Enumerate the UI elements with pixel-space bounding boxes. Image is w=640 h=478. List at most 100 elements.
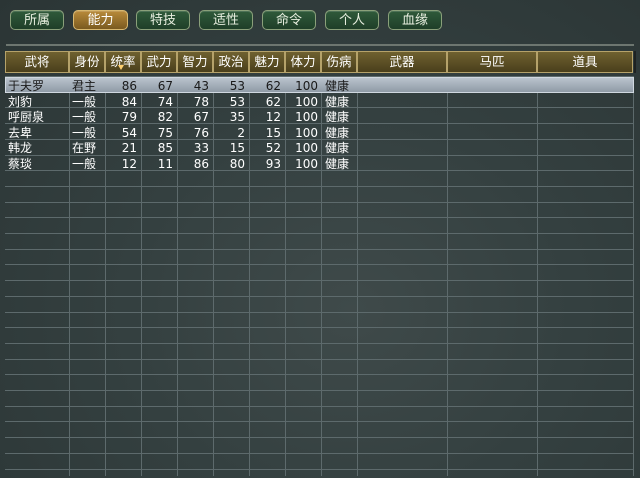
column-header-item[interactable]: 道具 — [537, 51, 633, 73]
cell-war: 82 — [157, 110, 173, 124]
cell-item — [541, 94, 631, 110]
cell-politics: 35 — [229, 110, 245, 124]
cell-stamina: 100 — [295, 126, 318, 140]
cell-horse — [451, 125, 535, 141]
cell-weapon — [361, 94, 445, 110]
cell-injury: 健康 — [325, 141, 350, 155]
grid-row-line — [5, 249, 634, 250]
column-header-weapon[interactable]: 武器 — [357, 51, 447, 73]
cell-politics: 53 — [229, 79, 245, 93]
grid-row-line — [5, 390, 634, 391]
cell-leadership: 21 — [121, 141, 137, 155]
cell-intelligence: 86 — [193, 157, 209, 171]
cell-horse — [451, 140, 535, 156]
grid-row-line — [5, 202, 634, 203]
cell-name: 蔡琰 — [8, 157, 33, 171]
cell-injury: 健康 — [325, 110, 350, 124]
cell-leadership: 79 — [121, 110, 137, 124]
cell-status: 在野 — [72, 141, 97, 155]
tab-personal[interactable]: 个人 — [325, 10, 379, 30]
grid-row-line — [5, 437, 634, 438]
cell-war: 85 — [157, 141, 173, 155]
grid-column-line — [69, 76, 70, 476]
divider — [6, 44, 634, 46]
scrollbar-top[interactable] — [634, 51, 636, 73]
cell-item — [541, 109, 631, 125]
cell-intelligence: 76 — [193, 126, 209, 140]
cell-charm: 62 — [265, 95, 281, 109]
cell-item — [541, 125, 631, 141]
tab-command[interactable]: 命令 — [262, 10, 316, 30]
column-header-charm[interactable]: 魅力 — [249, 51, 285, 73]
column-header-stamina[interactable]: 体力 — [285, 51, 321, 73]
cell-stamina: 100 — [295, 141, 318, 155]
grid-row-line — [5, 186, 634, 187]
cell-name: 去卑 — [8, 126, 33, 140]
cell-weapon — [361, 125, 445, 141]
grid-column-line — [633, 76, 634, 476]
grid-row-line — [5, 280, 634, 281]
cell-stamina: 100 — [295, 157, 318, 171]
cell-horse — [451, 94, 535, 110]
grid-row-line — [5, 296, 634, 297]
cell-war: 11 — [157, 157, 173, 171]
grid-row-line — [5, 453, 634, 454]
grid-row-line — [5, 312, 634, 313]
sort-arrow-icon — [118, 65, 124, 70]
grid-row-line — [5, 406, 634, 407]
grid-row-line — [5, 343, 634, 344]
cell-intelligence: 43 — [193, 79, 209, 93]
cell-injury: 健康 — [325, 157, 350, 171]
cell-leadership: 86 — [121, 79, 137, 93]
grid-row-line — [5, 327, 634, 328]
cell-injury: 健康 — [325, 79, 350, 93]
cell-war: 67 — [157, 79, 173, 93]
tab-skills[interactable]: 特技 — [136, 10, 190, 30]
cell-horse — [451, 78, 535, 94]
cell-leadership: 84 — [121, 95, 137, 109]
cell-intelligence: 67 — [193, 110, 209, 124]
cell-weapon — [361, 109, 445, 125]
grid-column-line — [537, 76, 538, 476]
column-header-status[interactable]: 身份 — [69, 51, 105, 73]
cell-horse — [451, 156, 535, 172]
tab-aptitude[interactable]: 适性 — [199, 10, 253, 30]
column-header-name[interactable]: 武将 — [5, 51, 69, 73]
grid-column-line — [447, 76, 448, 476]
tab-ability[interactable]: 能力 — [73, 10, 128, 30]
grid-column-line — [357, 76, 358, 476]
grid-row-line — [5, 217, 634, 218]
column-header-politics[interactable]: 政治 — [213, 51, 249, 73]
cell-intelligence: 78 — [193, 95, 209, 109]
cell-charm: 52 — [265, 141, 281, 155]
cell-status: 一般 — [72, 157, 97, 171]
cell-weapon — [361, 78, 445, 94]
cell-status: 一般 — [72, 126, 97, 140]
cell-war: 75 — [157, 126, 173, 140]
cell-injury: 健康 — [325, 126, 350, 140]
cell-leadership: 54 — [121, 126, 137, 140]
column-header-horse[interactable]: 马匹 — [447, 51, 537, 73]
cell-item — [541, 140, 631, 156]
column-header-war[interactable]: 武力 — [141, 51, 177, 73]
officer-table: 武将 身份 统率 武力 智力 政治 魅力 体力 伤病 武器 马匹 道具 于夫罗君… — [5, 51, 636, 476]
column-header-injury[interactable]: 伤病 — [321, 51, 357, 73]
cell-horse — [451, 109, 535, 125]
cell-status: 一般 — [72, 95, 97, 109]
cell-stamina: 100 — [295, 110, 318, 124]
column-header-intelligence[interactable]: 智力 — [177, 51, 213, 73]
cell-name: 呼厨泉 — [8, 110, 45, 124]
cell-war: 74 — [157, 95, 173, 109]
cell-politics: 2 — [237, 126, 245, 140]
grid-column-line — [321, 76, 322, 476]
grid-row-line — [5, 469, 634, 470]
tab-bloodline[interactable]: 血缘 — [388, 10, 442, 30]
grid-row-line — [5, 374, 634, 375]
tab-affiliation[interactable]: 所属 — [10, 10, 64, 30]
cell-name: 韩龙 — [8, 141, 33, 155]
cell-intelligence: 33 — [193, 141, 209, 155]
cell-status: 君主 — [72, 79, 97, 93]
cell-item — [541, 78, 631, 94]
cell-name: 刘豹 — [8, 95, 33, 109]
cell-item — [541, 156, 631, 172]
